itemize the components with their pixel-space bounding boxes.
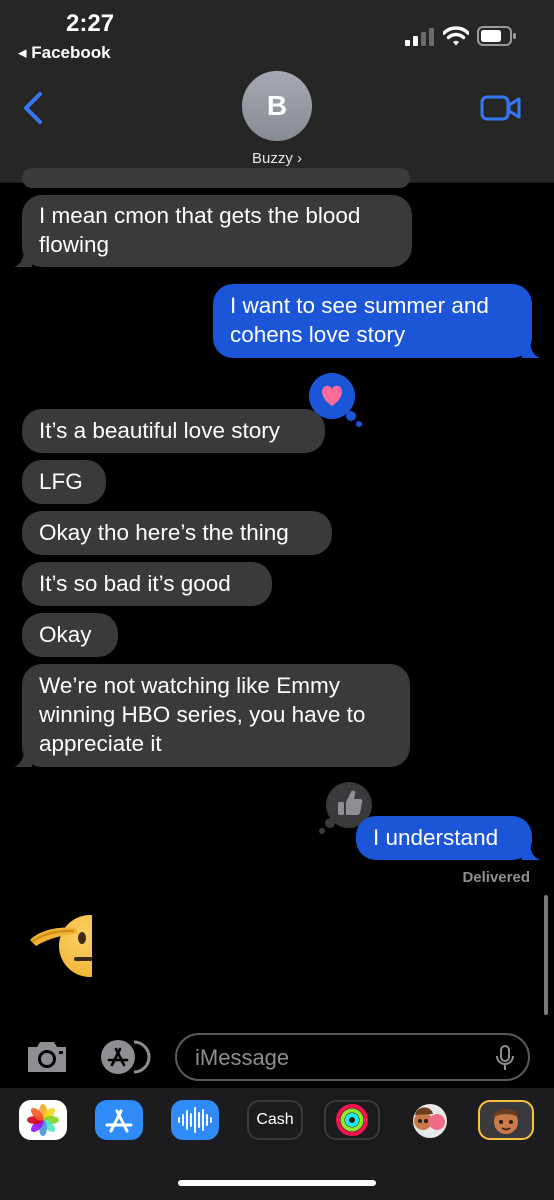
app-store-icon[interactable]	[95, 1100, 143, 1140]
imessage-input[interactable]: iMessage	[175, 1033, 530, 1081]
scroll-indicator[interactable]	[544, 895, 548, 1015]
message-text: It’s a beautiful love story	[39, 418, 280, 443]
message-text: It’s so bad it’s good	[39, 571, 231, 596]
home-indicator[interactable]	[178, 1180, 376, 1186]
message-bubble-received[interactable]: I mean cmon that gets the blood flowing	[14, 195, 412, 267]
message-text: Okay	[39, 622, 92, 647]
saluting-face-icon	[30, 915, 92, 977]
bubble-tail	[522, 842, 540, 860]
saluting-face-emoji[interactable]	[28, 912, 92, 980]
contact-avatar[interactable]: B	[242, 71, 312, 141]
message-text: LFG	[39, 469, 83, 494]
camera-icon[interactable]	[24, 1038, 70, 1074]
message-bubble-received[interactable]	[22, 168, 410, 188]
message-text: cohens love story	[230, 322, 406, 347]
photos-icon[interactable]	[19, 1100, 67, 1140]
message-bubble-sent[interactable]: I want to see summer and cohens love sto…	[213, 284, 540, 358]
activity-icon[interactable]	[324, 1100, 380, 1140]
back-chevron-icon[interactable]	[20, 90, 50, 126]
conversation-header: B Buzzy ›	[0, 70, 554, 183]
memoji-stickers-icon[interactable]	[401, 1100, 459, 1140]
bubble-tail	[14, 749, 32, 767]
input-placeholder: iMessage	[195, 1045, 290, 1070]
cellular-signal-icon	[405, 28, 434, 46]
message-bubble-received[interactable]: Okay	[22, 613, 118, 657]
bubble-tail	[522, 340, 540, 358]
contact-name[interactable]: Buzzy ›	[0, 150, 554, 167]
cash-label: Cash	[256, 1111, 294, 1128]
message-bubble-received[interactable]: It’s a beautiful love story	[22, 409, 325, 453]
status-time: 2:27	[66, 10, 115, 37]
battery-icon	[477, 26, 516, 46]
memoji-icon[interactable]	[478, 1100, 534, 1140]
message-text: Okay tho here’s the thing	[39, 520, 289, 545]
dictation-mic-icon[interactable]	[496, 1045, 514, 1071]
message-bubble-received[interactable]: LFG	[22, 460, 106, 504]
message-text: We’re not watching like Emmy	[39, 673, 340, 698]
bubble-tail	[14, 249, 32, 267]
facetime-video-icon[interactable]	[480, 94, 522, 122]
message-bubble-received[interactable]: Okay tho here’s the thing	[22, 511, 332, 555]
message-text: winning HBO series, you have to	[39, 702, 366, 727]
message-bubble-received[interactable]: It’s so bad it’s good	[22, 562, 272, 606]
message-bubble-sent[interactable]: I understand	[356, 816, 540, 860]
apple-cash-icon[interactable]: Cash	[247, 1100, 303, 1140]
message-text: appreciate it	[39, 731, 162, 756]
audio-message-icon[interactable]	[171, 1100, 219, 1140]
back-to-facebook-link[interactable]: ◂ Facebook	[18, 43, 111, 63]
status-bar: 2:27 ◂ Facebook	[0, 0, 554, 70]
message-text: flowing	[39, 232, 110, 257]
message-text: I understand	[373, 825, 499, 850]
wifi-icon	[443, 26, 469, 46]
app-store-drawer-icon[interactable]	[96, 1038, 154, 1076]
delivered-status: Delivered	[462, 869, 530, 886]
message-text: I want to see summer and	[230, 293, 489, 318]
message-text: I mean cmon that gets the blood	[39, 203, 361, 228]
message-bubble-received[interactable]: We’re not watching like Emmy winning HBO…	[14, 664, 410, 767]
